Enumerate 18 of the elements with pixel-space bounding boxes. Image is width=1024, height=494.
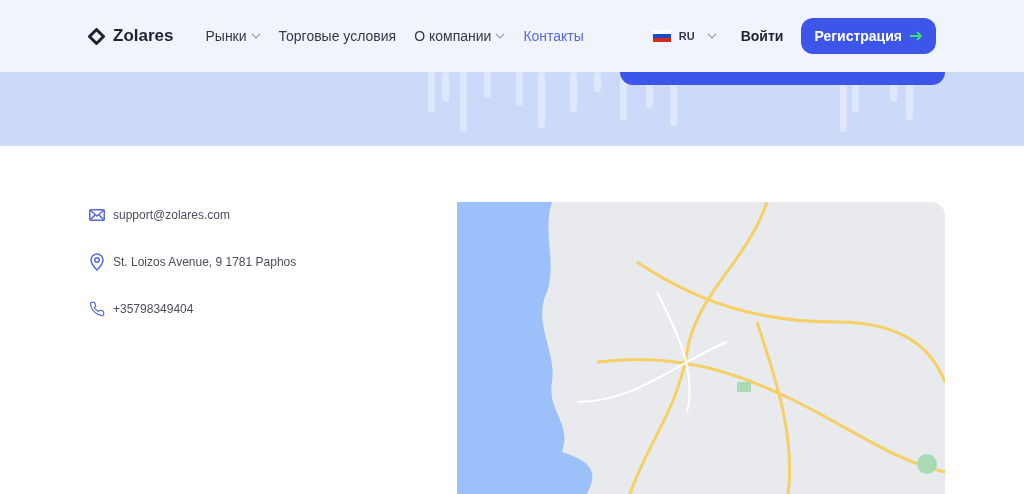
logo-text: Zolares bbox=[113, 25, 174, 48]
nav-link[interactable]: Рынки bbox=[205, 25, 261, 47]
nav-link[interactable]: Торговые условия bbox=[278, 25, 397, 47]
arrow-right-icon bbox=[910, 31, 923, 41]
contact-text: +35798349404 bbox=[113, 300, 194, 318]
nav-link[interactable]: Контакты bbox=[523, 25, 584, 47]
envelope-icon bbox=[89, 208, 105, 221]
login-link[interactable]: Войти bbox=[740, 25, 784, 47]
contact-text: St. Loizos Avenue, 9 1781 Paphos bbox=[113, 253, 297, 271]
flag-icon bbox=[652, 30, 671, 42]
logo-icon bbox=[88, 27, 105, 45]
language-selector[interactable]: RU bbox=[652, 27, 717, 45]
caret-icon bbox=[706, 33, 717, 39]
location-pin-icon bbox=[90, 252, 104, 271]
contact-text: support@zolares.com bbox=[113, 206, 230, 224]
nav-link[interactable]: О компании bbox=[414, 25, 506, 47]
register-button[interactable]: Регистрация bbox=[801, 18, 936, 54]
phone-icon bbox=[89, 300, 105, 317]
